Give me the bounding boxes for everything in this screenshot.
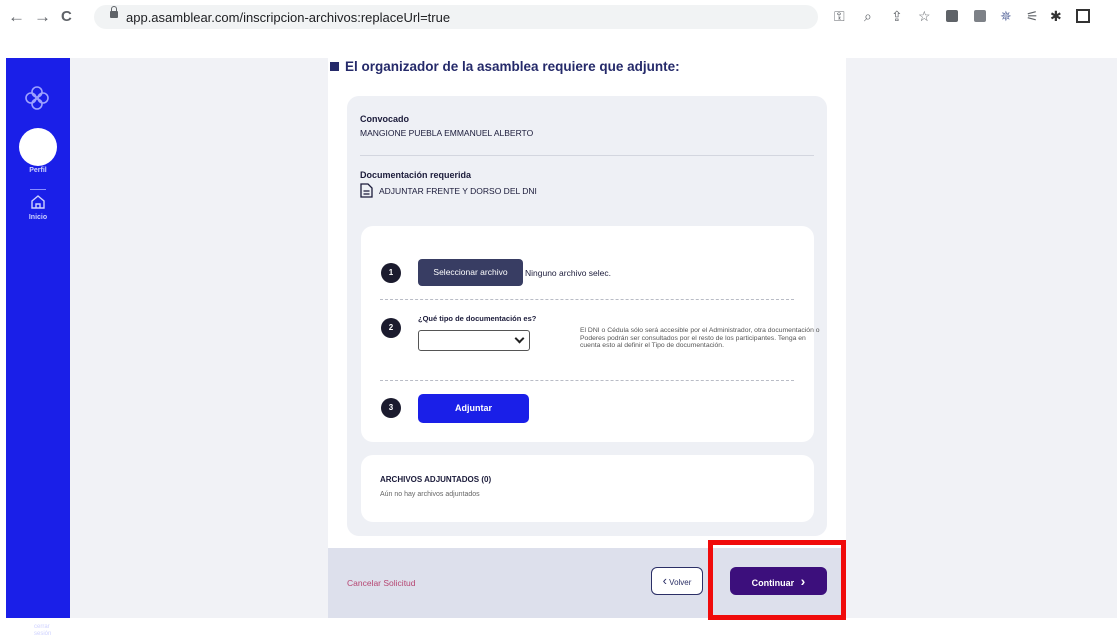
divider xyxy=(380,380,794,381)
heading-marker xyxy=(330,62,339,71)
attached-empty-text: Aún no hay archivos adjuntados xyxy=(380,491,480,498)
doc-type-question: ¿Qué tipo de documentación es? xyxy=(418,314,537,323)
attach-button[interactable]: Adjuntar xyxy=(418,394,529,423)
key-icon[interactable]: ⚿ xyxy=(834,8,845,24)
back-button-label: Volver xyxy=(669,578,692,587)
zoom-icon[interactable]: ⌕ xyxy=(864,8,872,24)
extension-icon[interactable] xyxy=(946,10,958,22)
cancel-request-link[interactable]: Cancelar Solicitud xyxy=(347,578,416,588)
back-button[interactable]: ‹ Volver xyxy=(651,567,703,595)
profile-label[interactable]: Perfil xyxy=(6,167,70,174)
window-icon[interactable] xyxy=(1076,9,1090,23)
attached-title: ARCHIVOS ADJUNTADOS (0) xyxy=(380,475,492,484)
doc-type-note: El DNI o Cédula sólo será accesible por … xyxy=(580,327,820,350)
doc-required-item: ADJUNTAR FRENTE Y DORSO DEL DNI xyxy=(379,186,537,196)
convocado-name: MANGIONE PUEBLA EMMANUEL ALBERTO xyxy=(360,128,534,138)
chevron-down-icon xyxy=(514,333,525,344)
divider xyxy=(30,189,46,190)
logout-label: cerrar sesión xyxy=(34,624,52,637)
avatar[interactable] xyxy=(19,128,57,166)
url-text[interactable]: app.asamblear.com/inscripcion-archivos:r… xyxy=(126,10,450,25)
step-1-badge: 1 xyxy=(381,263,401,283)
highlight-box xyxy=(708,540,846,620)
doc-type-select[interactable] xyxy=(418,330,530,351)
lock-icon xyxy=(110,6,118,18)
back-arrow-icon[interactable]: ← xyxy=(8,8,25,26)
share-icon[interactable]: ⇪ xyxy=(891,8,903,24)
home-label[interactable]: Inicio xyxy=(6,214,70,221)
divider xyxy=(380,299,794,300)
home-icon[interactable] xyxy=(30,194,46,210)
logout-button[interactable]: cerrar sesión xyxy=(19,623,69,643)
step-2-badge: 2 xyxy=(381,318,401,338)
star-icon[interactable]: ☆ xyxy=(918,8,931,24)
no-file-text: Ninguno archivo selec. xyxy=(525,268,611,278)
logout-icon xyxy=(21,626,33,638)
convocado-label: Convocado xyxy=(360,114,410,124)
forward-arrow-icon[interactable]: → xyxy=(34,8,51,26)
reload-icon[interactable]: C xyxy=(61,8,72,26)
page-title: El organizador de la asamblea requiere q… xyxy=(345,59,680,74)
puzzle-icon[interactable]: ✱ xyxy=(1050,8,1062,24)
extension-icon[interactable]: ⚟ xyxy=(1026,8,1039,24)
divider xyxy=(360,155,814,156)
app-logo-icon xyxy=(25,86,49,110)
gear-extension-icon[interactable]: ✵ xyxy=(1000,8,1012,24)
extension-icon[interactable] xyxy=(974,10,986,22)
sidebar: Perfil Inicio cerrar sesión xyxy=(6,58,70,638)
attached-files-box xyxy=(361,455,814,522)
select-file-button[interactable]: Seleccionar archivo xyxy=(418,259,523,286)
document-icon xyxy=(360,183,373,198)
chevron-left-icon: ‹ xyxy=(662,573,667,588)
step-3-badge: 3 xyxy=(381,398,401,418)
browser-toolbar: ← → C app.asamblear.com/inscripcion-arch… xyxy=(0,0,1117,36)
doc-required-label: Documentación requerida xyxy=(360,170,472,180)
